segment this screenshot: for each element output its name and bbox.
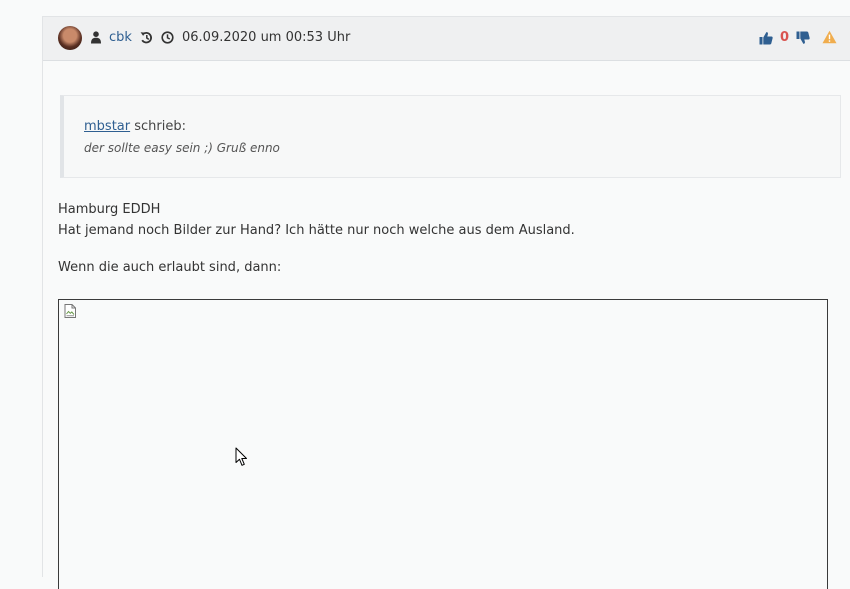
quote-block: mbstar schrieb: der sollte easy sein ;) … bbox=[60, 95, 841, 178]
forum-post: cbk 06.09.2020 um 00:53 Uhr 0 mbstar sch… bbox=[42, 16, 850, 589]
post-date: 06.09.2020 um 00:53 Uhr bbox=[182, 30, 351, 45]
clock-icon bbox=[161, 31, 174, 44]
post-body-line: Hat jemand noch Bilder zur Hand? Ich hät… bbox=[58, 223, 575, 238]
broken-image-icon bbox=[64, 304, 76, 318]
quote-attribution: mbstar schrieb: bbox=[84, 118, 186, 136]
quote-text: der sollte easy sein ;) Gruß enno bbox=[84, 141, 280, 155]
mouse-cursor-icon bbox=[235, 447, 247, 466]
avatar[interactable] bbox=[58, 26, 82, 50]
user-icon bbox=[91, 31, 101, 44]
vote-count: 0 bbox=[780, 30, 790, 45]
quote-wrote-label: schrieb: bbox=[130, 119, 186, 134]
quote-author-link[interactable]: mbstar bbox=[84, 119, 130, 134]
embedded-image[interactable] bbox=[58, 299, 828, 589]
post-header: cbk 06.09.2020 um 00:53 Uhr 0 bbox=[43, 17, 850, 61]
post-body-line: Hamburg EDDH bbox=[58, 202, 161, 217]
thumbs-down-icon[interactable] bbox=[796, 31, 810, 45]
post-body-line: Wenn die auch erlaubt sind, dann: bbox=[58, 260, 282, 275]
history-icon[interactable] bbox=[140, 31, 153, 44]
thumbs-up-icon[interactable] bbox=[759, 31, 773, 45]
post-author-link[interactable]: cbk bbox=[109, 29, 132, 47]
warning-icon[interactable] bbox=[822, 30, 837, 44]
